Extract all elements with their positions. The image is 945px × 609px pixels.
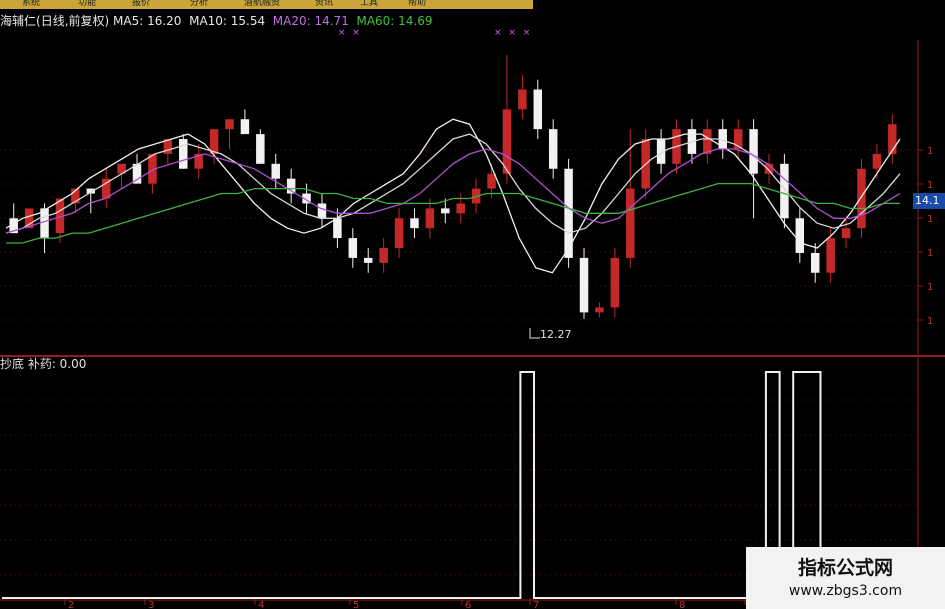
candle-body [225,119,234,130]
candle-body [502,109,512,174]
y-tick-label: 1 [927,248,933,259]
candle-body [564,168,573,258]
x-tick-label: 3 [148,600,154,609]
x-tick-label: 4 [258,600,264,609]
x-tick-label: 2 [68,600,74,609]
candle-body [703,129,712,154]
y-tick-label: 1 [927,214,933,225]
candle-body [317,203,327,219]
candle-body [240,119,250,135]
candle-body [271,163,280,179]
x-tick-label: 6 [465,600,471,609]
candle-body [610,257,620,308]
candle-body [810,252,820,273]
candle-body [872,153,882,169]
ma60-line [6,182,900,244]
candle-body [579,257,589,313]
candle-body [487,173,496,189]
candle-body [456,203,465,214]
candle-body [379,248,388,263]
candle-body [425,208,435,229]
watermark-logo: 指标公式网 www.zbgs3.com [746,547,945,609]
low-price-annotation: 12.27 [540,328,572,341]
ma5-line [5,118,901,274]
y-tick-label: 1 [927,180,933,191]
candle-body [857,168,866,229]
watermark-title: 指标公式网 [797,557,893,579]
x-tick-label: 7 [533,600,539,609]
candle-body [179,139,188,169]
candle-body [795,218,805,253]
candle-body [826,238,835,273]
candle-body [595,307,604,313]
indicator-title: 抄底 补药: 0.00 [0,357,87,371]
ma20-line [5,148,901,234]
low-price-pointer [529,328,540,339]
candle-body [533,89,543,130]
candle-body [441,208,450,214]
stock-chart-window: 系统 功能 报价 分析 潜航融资 资讯 工具 帮助 海辅仁(日线,前复权) MA… [0,0,945,609]
y-tick-label: 1 [927,146,933,157]
candle-body [410,218,419,229]
watermark-url: www.zbgs3.com [788,583,903,599]
candle-body [40,208,49,239]
candle-body [209,129,219,154]
x-tick-label: 8 [679,600,685,609]
candle-body [749,129,758,174]
candle-body [348,238,358,258]
y-tick-label: 1 [927,282,933,293]
candle-body [333,218,342,239]
candle-body [548,129,558,169]
candle-body [626,188,635,258]
y-tick-label: 1 [927,316,933,327]
candle-body [394,218,404,248]
candle-body [256,134,265,164]
x-tick-label: 5 [353,600,359,609]
candle-body [363,257,373,263]
candle-body [518,89,527,110]
chart-canvas[interactable]: 11111123456789 [0,0,945,609]
current-price-tag: 14.1 [913,193,945,209]
candle-body [780,163,789,219]
candle-body [841,228,851,239]
